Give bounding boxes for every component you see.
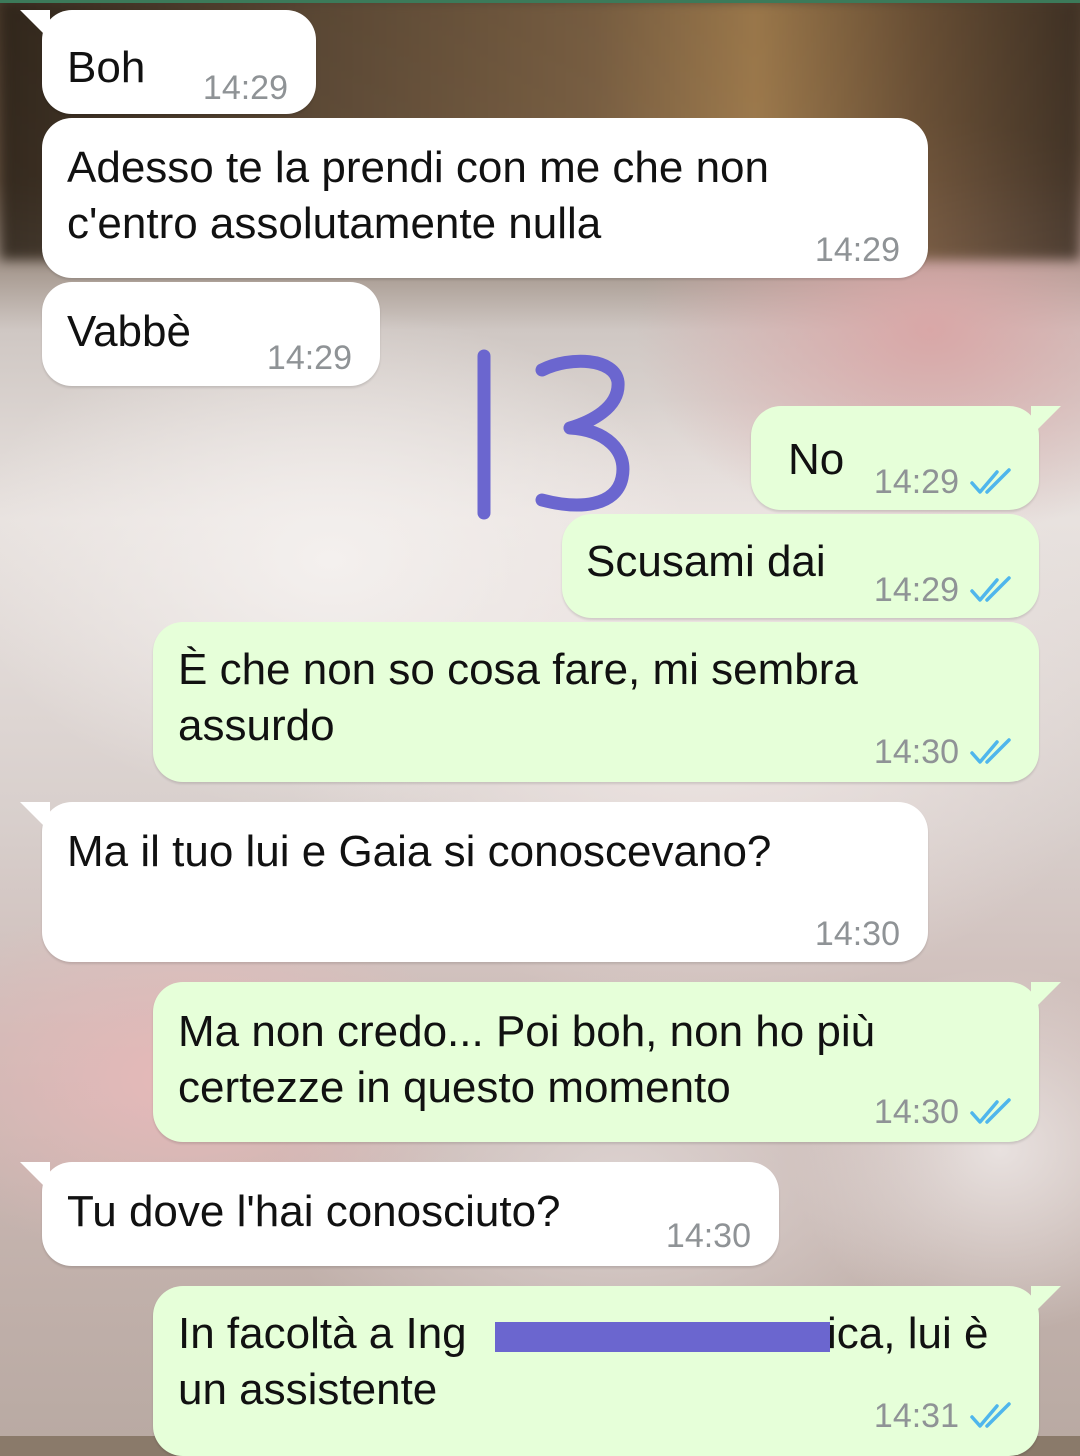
top-border bbox=[0, 0, 1080, 3]
message-bubble-incoming[interactable]: Vabbè 14:29 bbox=[42, 282, 380, 386]
message-text-line: In facoltà a Ing bbox=[178, 1309, 467, 1358]
annotation-label: 13 bbox=[470, 348, 472, 349]
message-meta: 14:30 bbox=[815, 906, 900, 962]
message-time: 14:29 bbox=[202, 69, 288, 107]
message-time: 14:29 bbox=[814, 231, 900, 269]
message-text: Vabbè bbox=[67, 307, 191, 356]
message-time: 14:29 bbox=[873, 463, 959, 501]
message-text-line: È che non so cosa fare, mi sembra bbox=[178, 645, 858, 694]
double-check-read-icon bbox=[970, 1402, 1011, 1428]
message-bubble-incoming[interactable]: Boh 14:29 bbox=[20, 10, 316, 116]
message-text: Ma il tuo lui e Gaia si conoscevano? bbox=[67, 827, 772, 876]
message-text-line: assurdo bbox=[178, 701, 335, 750]
handwritten-annotation-13: 13 bbox=[470, 348, 630, 520]
message-meta: 14:29 bbox=[203, 60, 288, 116]
message-text-line: Ma non credo... Poi boh, non ho più bbox=[178, 1007, 876, 1056]
double-check-read-icon bbox=[970, 738, 1011, 764]
message-meta: 14:29 bbox=[874, 454, 1015, 510]
message-time: 14:30 bbox=[665, 1217, 751, 1255]
message-text-line: un assistente bbox=[178, 1365, 438, 1414]
message-meta: 14:30 bbox=[666, 1208, 751, 1264]
message-bubble-outgoing[interactable]: Scusami dai 14:29 bbox=[562, 514, 1039, 618]
message-meta: 14:29 bbox=[874, 562, 1015, 618]
redaction-bar bbox=[495, 1322, 830, 1352]
message-text-line: ica, lui è bbox=[827, 1309, 989, 1358]
message-time: 14:30 bbox=[814, 915, 900, 953]
message-meta: 14:30 bbox=[874, 1084, 1015, 1140]
message-meta: 14:30 bbox=[874, 724, 1015, 780]
double-check-read-icon bbox=[970, 1098, 1011, 1124]
message-bubble-outgoing[interactable]: Ma non credo... Poi boh, non ho più cert… bbox=[153, 982, 1061, 1142]
message-time: 14:29 bbox=[873, 571, 959, 609]
double-check-read-icon bbox=[970, 576, 1011, 602]
message-meta: 14:29 bbox=[267, 330, 352, 386]
message-bubble-outgoing[interactable]: No 14:29 bbox=[751, 406, 1061, 510]
message-time: 14:30 bbox=[873, 1093, 959, 1131]
message-time: 14:30 bbox=[873, 733, 959, 771]
message-text: Tu dove l'hai conosciuto? bbox=[67, 1187, 561, 1236]
message-bubble-incoming[interactable]: Adesso te la prendi con me che non c'ent… bbox=[42, 118, 928, 278]
double-check-read-icon bbox=[970, 468, 1011, 494]
message-meta: 14:29 bbox=[815, 222, 900, 278]
message-text: No bbox=[788, 435, 845, 484]
message-time: 14:29 bbox=[266, 339, 352, 377]
message-bubble-incoming[interactable]: Ma il tuo lui e Gaia si conoscevano? 14:… bbox=[20, 802, 928, 962]
message-bubble-incoming[interactable]: Tu dove l'hai conosciuto? 14:30 bbox=[20, 1162, 779, 1266]
message-text-line: Adesso te la prendi con me che non bbox=[67, 143, 770, 192]
message-bubble-outgoing[interactable]: È che non so cosa fare, mi sembra assurd… bbox=[153, 622, 1039, 782]
message-text-line: certezze in questo momento bbox=[178, 1063, 731, 1112]
message-text: Scusami dai bbox=[586, 537, 826, 586]
message-bubble-outgoing[interactable]: In facoltà a Ing ica, lui è un assistent… bbox=[153, 1286, 1061, 1456]
message-text: Boh bbox=[67, 43, 146, 92]
message-text-line: c'entro assolutamente nulla bbox=[67, 199, 602, 248]
